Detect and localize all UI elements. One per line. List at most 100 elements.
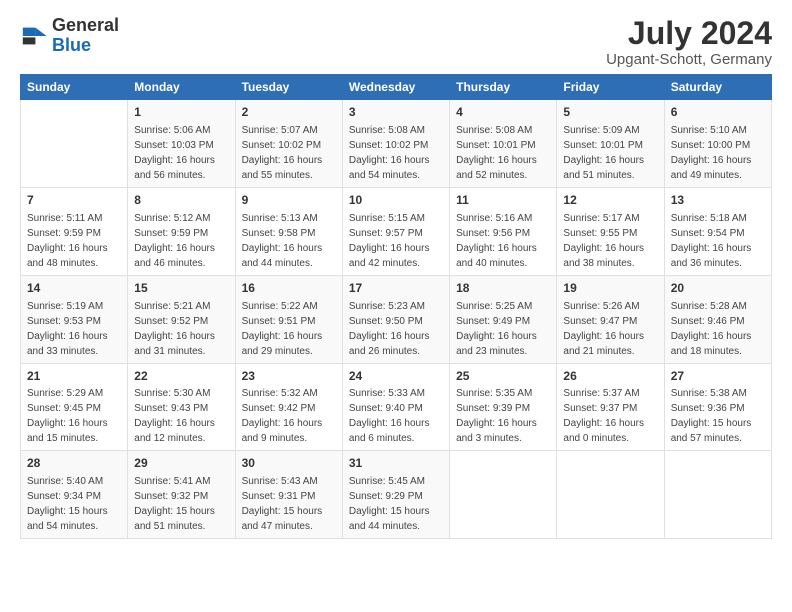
cell-week3-day6: 27Sunrise: 5:38 AMSunset: 9:36 PMDayligh… — [664, 363, 771, 451]
col-monday: Monday — [128, 75, 235, 100]
day-number: 12 — [563, 192, 657, 209]
cell-content: Sunrise: 5:08 AMSunset: 10:01 PMDaylight… — [456, 125, 537, 181]
calendar-header: Sunday Monday Tuesday Wednesday Thursday… — [21, 75, 772, 100]
day-number: 11 — [456, 192, 550, 209]
day-number: 19 — [563, 280, 657, 297]
cell-content: Sunrise: 5:21 AMSunset: 9:52 PMDaylight:… — [134, 301, 215, 357]
day-number: 24 — [349, 368, 443, 385]
day-number: 4 — [456, 104, 550, 121]
day-number: 13 — [671, 192, 765, 209]
cell-week4-day0: 28 Sunrise: 5:40 AMSunset: 9:34 PMDayligh… — [21, 451, 128, 539]
cell-content: Sunrise: 5:28 AMSunset: 9:46 PMDaylight:… — [671, 301, 752, 357]
cell-week0-day6: 6Sunrise: 5:10 AMSunset: 10:00 PMDayligh… — [664, 100, 771, 188]
cell-week4-day2: 30 Sunrise: 5:43 AMSunset: 9:31 PMDayligh… — [235, 451, 342, 539]
cell-content: Sunrise: 5:06 AMSunset: 10:03 PMDaylight… — [134, 125, 215, 181]
cell-content: Sunrise: 5:12 AMSunset: 9:59 PMDaylight:… — [134, 213, 215, 269]
day-number: 18 — [456, 280, 550, 297]
cell-week0-day2: 2Sunrise: 5:07 AMSunset: 10:02 PMDayligh… — [235, 100, 342, 188]
cell-week0-day4: 4 Sunrise: 5:08 AMSunset: 10:01 PMDayligh… — [450, 100, 557, 188]
day-number: 1 — [134, 104, 228, 121]
cell-week2-day4: 18Sunrise: 5:25 AMSunset: 9:49 PMDayligh… — [450, 275, 557, 363]
cell-content: Sunrise: 5:13 AMSunset: 9:58 PMDaylight:… — [242, 213, 323, 269]
day-number: 5 — [563, 104, 657, 121]
header-row: Sunday Monday Tuesday Wednesday Thursday… — [21, 75, 772, 100]
cell-week1-day1: 8 Sunrise: 5:12 AMSunset: 9:59 PMDaylight… — [128, 187, 235, 275]
cell-week3-day0: 21 Sunrise: 5:29 AMSunset: 9:45 PMDayligh… — [21, 363, 128, 451]
day-number: 10 — [349, 192, 443, 209]
cell-week2-day1: 15 Sunrise: 5:21 AMSunset: 9:52 PMDayligh… — [128, 275, 235, 363]
cell-week4-day6 — [664, 451, 771, 539]
cell-content: Sunrise: 5:09 AMSunset: 10:01 PMDaylight… — [563, 125, 644, 181]
day-number: 29 — [134, 455, 228, 472]
cell-content: Sunrise: 5:08 AMSunset: 10:02 PMDaylight… — [349, 125, 430, 181]
cell-content: Sunrise: 5:23 AMSunset: 9:50 PMDaylight:… — [349, 301, 430, 357]
cell-week3-day1: 22Sunrise: 5:30 AMSunset: 9:43 PMDayligh… — [128, 363, 235, 451]
cell-week0-day0 — [21, 100, 128, 188]
day-number: 16 — [242, 280, 336, 297]
cell-week4-day3: 31 Sunrise: 5:45 AMSunset: 9:29 PMDayligh… — [342, 451, 449, 539]
col-wednesday: Wednesday — [342, 75, 449, 100]
cell-week0-day1: 1 Sunrise: 5:06 AMSunset: 10:03 PMDayligh… — [128, 100, 235, 188]
cell-week1-day5: 12 Sunrise: 5:17 AMSunset: 9:55 PMDayligh… — [557, 187, 664, 275]
cell-week1-day4: 11 Sunrise: 5:16 AMSunset: 9:56 PMDayligh… — [450, 187, 557, 275]
day-number: 14 — [27, 280, 121, 297]
title-block: July 2024 Upgant-Schott, Germany — [606, 16, 772, 68]
day-number: 25 — [456, 368, 550, 385]
cell-content: Sunrise: 5:43 AMSunset: 9:31 PMDaylight:… — [242, 476, 323, 532]
logo: General Blue — [20, 16, 119, 56]
cell-content: Sunrise: 5:16 AMSunset: 9:56 PMDaylight:… — [456, 213, 537, 269]
day-number: 9 — [242, 192, 336, 209]
cell-content: Sunrise: 5:38 AMSunset: 9:36 PMDaylight:… — [671, 388, 752, 444]
subtitle: Upgant-Schott, Germany — [606, 51, 772, 68]
week-row-4: 28 Sunrise: 5:40 AMSunset: 9:34 PMDayligh… — [21, 451, 772, 539]
cell-content: Sunrise: 5:07 AMSunset: 10:02 PMDaylight… — [242, 125, 323, 181]
day-number: 3 — [349, 104, 443, 121]
day-number: 15 — [134, 280, 228, 297]
calendar-body: 1 Sunrise: 5:06 AMSunset: 10:03 PMDayligh… — [21, 100, 772, 539]
week-row-1: 7 Sunrise: 5:11 AMSunset: 9:59 PMDaylight… — [21, 187, 772, 275]
day-number: 28 — [27, 455, 121, 472]
cell-content: Sunrise: 5:40 AMSunset: 9:34 PMDaylight:… — [27, 476, 108, 532]
cell-content: Sunrise: 5:17 AMSunset: 9:55 PMDaylight:… — [563, 213, 644, 269]
cell-content: Sunrise: 5:19 AMSunset: 9:53 PMDaylight:… — [27, 301, 108, 357]
cell-week0-day5: 5 Sunrise: 5:09 AMSunset: 10:01 PMDayligh… — [557, 100, 664, 188]
cell-content: Sunrise: 5:11 AMSunset: 9:59 PMDaylight:… — [27, 213, 108, 269]
logo-blue: Blue — [52, 35, 91, 55]
cell-week0-day3: 3 Sunrise: 5:08 AMSunset: 10:02 PMDayligh… — [342, 100, 449, 188]
cell-week3-day4: 25Sunrise: 5:35 AMSunset: 9:39 PMDayligh… — [450, 363, 557, 451]
cell-week3-day3: 24 Sunrise: 5:33 AMSunset: 9:40 PMDayligh… — [342, 363, 449, 451]
cell-content: Sunrise: 5:18 AMSunset: 9:54 PMDaylight:… — [671, 213, 752, 269]
cell-content: Sunrise: 5:26 AMSunset: 9:47 PMDaylight:… — [563, 301, 644, 357]
calendar-page: General Blue July 2024 Upgant-Schott, Ge… — [0, 0, 792, 612]
day-number: 21 — [27, 368, 121, 385]
day-number: 31 — [349, 455, 443, 472]
week-row-2: 14 Sunrise: 5:19 AMSunset: 9:53 PMDayligh… — [21, 275, 772, 363]
day-number: 7 — [27, 192, 121, 209]
logo-general: General — [52, 15, 119, 35]
col-friday: Friday — [557, 75, 664, 100]
cell-content: Sunrise: 5:45 AMSunset: 9:29 PMDaylight:… — [349, 476, 430, 532]
day-number: 22 — [134, 368, 228, 385]
cell-week2-day0: 14 Sunrise: 5:19 AMSunset: 9:53 PMDayligh… — [21, 275, 128, 363]
cell-content: Sunrise: 5:33 AMSunset: 9:40 PMDaylight:… — [349, 388, 430, 444]
col-sunday: Sunday — [21, 75, 128, 100]
cell-week4-day4 — [450, 451, 557, 539]
header: General Blue July 2024 Upgant-Schott, Ge… — [20, 16, 772, 68]
cell-week2-day2: 16Sunrise: 5:22 AMSunset: 9:51 PMDayligh… — [235, 275, 342, 363]
cell-week3-day2: 23Sunrise: 5:32 AMSunset: 9:42 PMDayligh… — [235, 363, 342, 451]
cell-content: Sunrise: 5:10 AMSunset: 10:00 PMDaylight… — [671, 125, 752, 181]
cell-week3-day5: 26Sunrise: 5:37 AMSunset: 9:37 PMDayligh… — [557, 363, 664, 451]
cell-content: Sunrise: 5:15 AMSunset: 9:57 PMDaylight:… — [349, 213, 430, 269]
cell-week2-day6: 20Sunrise: 5:28 AMSunset: 9:46 PMDayligh… — [664, 275, 771, 363]
cell-content: Sunrise: 5:41 AMSunset: 9:32 PMDaylight:… — [134, 476, 215, 532]
day-number: 26 — [563, 368, 657, 385]
col-saturday: Saturday — [664, 75, 771, 100]
day-number: 30 — [242, 455, 336, 472]
cell-week1-day3: 10 Sunrise: 5:15 AMSunset: 9:57 PMDayligh… — [342, 187, 449, 275]
day-number: 8 — [134, 192, 228, 209]
cell-week4-day5 — [557, 451, 664, 539]
col-tuesday: Tuesday — [235, 75, 342, 100]
cell-content: Sunrise: 5:29 AMSunset: 9:45 PMDaylight:… — [27, 388, 108, 444]
logo-text: General Blue — [52, 16, 119, 56]
cell-week2-day3: 17Sunrise: 5:23 AMSunset: 9:50 PMDayligh… — [342, 275, 449, 363]
